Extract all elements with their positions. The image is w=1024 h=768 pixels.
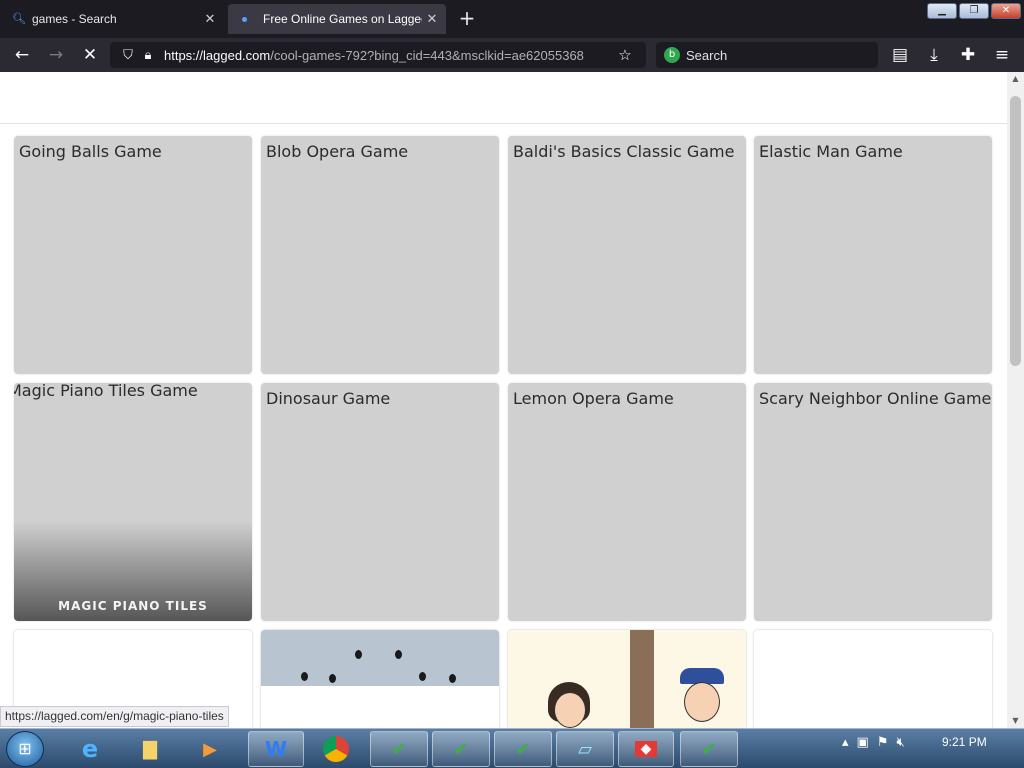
search-icon: 🔍︎ <box>12 13 26 25</box>
scroll-down-icon[interactable]: ▼ <box>1007 714 1024 728</box>
tab-label: Free Online Games on Lagged.c <box>263 12 422 26</box>
game-card[interactable]: Elastic Man Game <box>754 136 992 374</box>
dot-icon <box>301 672 308 681</box>
game-title: Lemon Opera Game <box>513 389 674 408</box>
task-checklist-icon[interactable]: ✔ <box>370 731 428 767</box>
new-tab-button[interactable]: + <box>455 6 479 30</box>
game-thumbnail[interactable] <box>754 630 992 728</box>
download-icon[interactable]: ⤓ <box>922 43 946 67</box>
search-input[interactable] <box>686 47 866 63</box>
sky-background <box>261 630 499 686</box>
web-page: Going Balls Game Blob Opera Game Baldi's… <box>0 72 1007 728</box>
character-face <box>554 692 586 728</box>
game-card[interactable]: Blob Opera Game <box>261 136 499 374</box>
task-checklist-icon[interactable]: ✔ <box>432 731 490 767</box>
game-card[interactable]: Baldi's Basics Classic Game <box>508 136 746 374</box>
bookmark-star-icon[interactable]: ☆ <box>614 46 636 64</box>
dot-icon <box>395 650 402 659</box>
vertical-scrollbar[interactable]: ▲ ▼ <box>1007 72 1024 728</box>
forward-arrow-icon[interactable]: → <box>44 43 68 67</box>
minimize-button[interactable]: ▁ <box>927 3 957 19</box>
nav-toolbar: ← → ✕ ⛉ 🔒︎ https://lagged.com/cool-games… <box>0 38 1024 72</box>
link-status-overlay: https://lagged.com/en/g/magic-piano-tile… <box>0 706 229 727</box>
site-header <box>0 72 1007 124</box>
game-title: Blob Opera Game <box>266 142 409 161</box>
search-engine-icon: b <box>664 47 680 63</box>
anydesk-icon[interactable]: ◆ <box>618 731 674 767</box>
dot-icon <box>329 674 336 683</box>
door-illustration <box>630 630 654 728</box>
app-w-icon[interactable]: W <box>248 731 304 767</box>
reader-view-icon[interactable]: ▤ <box>888 43 912 67</box>
lock-icon[interactable]: 🔒︎ <box>138 48 158 63</box>
game-thumbnail[interactable] <box>508 630 746 728</box>
tab-games-search[interactable]: 🔍︎ games - Search ✕ <box>2 4 224 34</box>
close-window-button[interactable]: ✕ <box>991 3 1021 19</box>
dot-icon <box>419 672 426 681</box>
character-face <box>684 682 720 722</box>
chrome-icon[interactable] <box>314 731 358 767</box>
dot-icon <box>355 650 362 659</box>
clock[interactable]: 9:21 PM <box>942 735 987 749</box>
taskbar: ⊞ e ▇ ▶ W ✔ ✔ ✔ ▱ ◆ ✔ ▴ ▣ ⚑ 🔇︎ 9:21 PM <box>0 728 1024 768</box>
loading-dot-icon <box>242 16 247 22</box>
restore-button[interactable]: ❐ <box>959 3 989 19</box>
task-checklist-icon[interactable]: ✔ <box>494 731 552 767</box>
scroll-up-icon[interactable]: ▲ <box>1007 72 1024 86</box>
game-card[interactable]: Scary Neighbor Online Game <box>754 383 992 621</box>
media-player-icon[interactable]: ▶ <box>188 731 232 767</box>
back-arrow-icon[interactable]: ← <box>10 43 34 67</box>
file-explorer-icon[interactable]: ▇ <box>128 731 172 767</box>
action-center-flag-icon[interactable]: ⚑ <box>877 735 889 750</box>
scrollbar-thumb[interactable] <box>1010 96 1021 366</box>
game-title: Elastic Man Game <box>759 142 903 161</box>
stop-loading-icon[interactable]: ✕ <box>78 43 102 67</box>
game-title: Baldi's Basics Classic Game <box>513 142 735 161</box>
notebook-icon[interactable]: ▱ <box>556 731 614 767</box>
game-caption: MAGIC PIANO TILES <box>58 599 208 613</box>
address-bar[interactable]: ⛉ 🔒︎ https://lagged.com/cool-games-792?b… <box>110 42 646 68</box>
close-tab-icon[interactable]: ✕ <box>200 11 220 27</box>
tab-lagged[interactable]: Free Online Games on Lagged.c ✕ <box>228 4 446 34</box>
internet-explorer-icon[interactable]: e <box>68 731 112 767</box>
game-card[interactable]: Dinosaur Game <box>261 383 499 621</box>
search-box[interactable]: b <box>656 42 878 68</box>
close-tab-icon[interactable]: ✕ <box>422 11 442 27</box>
game-title: Magic Piano Tiles Game <box>14 383 198 400</box>
start-button[interactable]: ⊞ <box>6 731 44 767</box>
url-path: /cool-games-792?bing_cid=443&msclkid=ae6… <box>270 47 584 63</box>
task-checklist-icon[interactable]: ✔ <box>680 731 738 767</box>
game-title: Scary Neighbor Online Game <box>759 389 992 408</box>
window-controls: ▁ ❐ ✕ <box>927 3 1021 19</box>
game-thumbnail[interactable] <box>261 630 499 728</box>
network-icon[interactable]: ▣ <box>857 735 869 750</box>
game-card[interactable]: Lemon Opera Game <box>508 383 746 621</box>
game-card[interactable]: Going Balls Game <box>14 136 252 374</box>
volume-muted-icon[interactable]: 🔇︎ <box>896 735 904 750</box>
game-title: Dinosaur Game <box>266 389 391 408</box>
shield-icon[interactable]: ⛉ <box>118 48 138 63</box>
show-hidden-icons-icon[interactable]: ▴ <box>842 735 849 750</box>
url-host: https://lagged.com <box>164 47 271 63</box>
game-title: Going Balls Game <box>19 142 162 161</box>
system-tray: ▴ ▣ ⚑ 🔇︎ <box>842 735 905 750</box>
game-card-magic-piano-tiles[interactable]: Magic Piano Tiles Game MAGIC PIANO TILES <box>14 383 252 621</box>
dot-icon <box>449 674 456 683</box>
extensions-icon[interactable]: ✚ <box>956 43 980 67</box>
tab-label: games - Search <box>32 12 117 26</box>
tab-strip: 🔍︎ games - Search ✕ Free Online Games on… <box>0 0 1024 38</box>
url-text[interactable]: https://lagged.com/cool-games-792?bing_c… <box>164 48 610 63</box>
menu-icon[interactable]: ≡ <box>990 43 1014 67</box>
